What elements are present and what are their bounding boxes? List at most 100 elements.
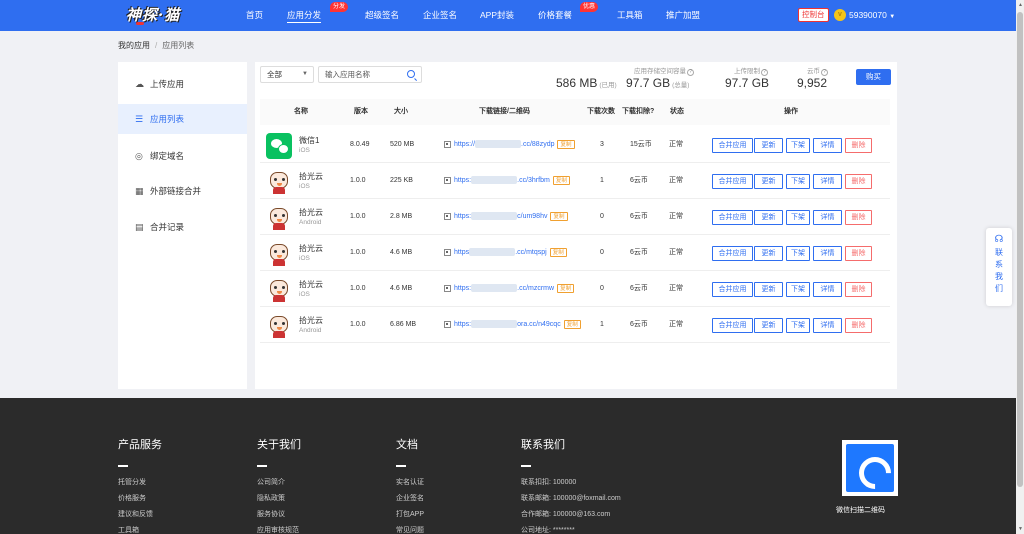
qr-code-icon[interactable] xyxy=(444,140,451,148)
footer-link[interactable]: 合作邮箱: 100000@163.com xyxy=(521,507,621,523)
details-button[interactable]: 详情 xyxy=(813,282,842,297)
footer-link[interactable]: 联系扣扣: 100000 xyxy=(521,475,621,491)
details-button[interactable]: 详情 xyxy=(813,210,842,225)
footer-link[interactable]: 联系邮箱: 100000@foxmail.com xyxy=(521,491,621,507)
nav-enterprise-sign[interactable]: 企业签名 xyxy=(423,0,457,31)
merge-app-button[interactable]: 合并应用 xyxy=(712,282,753,297)
download-link[interactable]: https: .cc/mzcrmw 复制 xyxy=(444,271,575,307)
console-button[interactable]: 控制台 xyxy=(798,8,829,22)
search-icon[interactable] xyxy=(407,70,415,78)
footer-link[interactable]: 企业签名 xyxy=(396,491,424,507)
copy-link-button[interactable]: 复制 xyxy=(552,175,570,185)
scroll-down-icon[interactable]: ▼ xyxy=(1018,526,1023,532)
delete-button[interactable]: 删除 xyxy=(845,318,872,333)
footer-link[interactable]: 建议和反馈 xyxy=(118,507,162,523)
update-button[interactable]: 更新 xyxy=(754,282,783,297)
merge-app-button[interactable]: 合并应用 xyxy=(712,174,753,189)
copy-link-button[interactable]: 复制 xyxy=(549,247,567,257)
contact-us-widget[interactable]: ☊ 联系我们 xyxy=(986,228,1012,306)
delete-button[interactable]: 删除 xyxy=(845,210,872,225)
nav-app-wrap[interactable]: APP封装 xyxy=(480,0,514,31)
nav-super-sign[interactable]: 超级签名 xyxy=(365,0,399,31)
update-button[interactable]: 更新 xyxy=(754,174,783,189)
unpublish-button[interactable]: 下架 xyxy=(786,246,810,261)
download-link[interactable]: https: c/um98hv 复制 xyxy=(444,199,568,235)
copy-link-button[interactable]: 复制 xyxy=(563,319,581,329)
footer-link[interactable]: 托管分发 xyxy=(118,475,162,491)
merge-app-button[interactable]: 合并应用 xyxy=(712,318,753,333)
app-name[interactable]: 拾光云 xyxy=(299,171,323,182)
scrollbar-thumb[interactable] xyxy=(1017,12,1023,487)
footer-link[interactable]: 应用审核规范 xyxy=(257,523,301,534)
app-name[interactable]: 微信1 xyxy=(299,135,319,146)
app-name[interactable]: 拾光云 xyxy=(299,207,323,218)
footer-link[interactable]: 公司地址: ******** xyxy=(521,523,621,534)
unpublish-button[interactable]: 下架 xyxy=(786,318,810,333)
details-button[interactable]: 详情 xyxy=(813,318,842,333)
sidebar-item-link-merge[interactable]: ▦ 外部链接合并 xyxy=(118,176,247,206)
app-name[interactable]: 拾光云 xyxy=(299,279,323,290)
user-balance[interactable]: 59390070 ▼ xyxy=(849,0,895,33)
footer-link[interactable]: 常见问题 xyxy=(396,523,424,534)
footer-link[interactable]: 打包APP xyxy=(396,507,424,523)
copy-link-button[interactable]: 复制 xyxy=(550,211,568,221)
qr-code-icon[interactable] xyxy=(444,176,451,184)
unpublish-button[interactable]: 下架 xyxy=(786,174,810,189)
footer-link[interactable]: 服务协议 xyxy=(257,507,301,523)
delete-button[interactable]: 删除 xyxy=(845,246,872,261)
update-button[interactable]: 更新 xyxy=(754,246,783,261)
details-button[interactable]: 详情 xyxy=(813,138,842,153)
help-icon[interactable]: ? xyxy=(821,69,828,76)
qr-code-icon[interactable] xyxy=(444,248,451,256)
sidebar-item-upload[interactable]: ☁ 上传应用 xyxy=(118,69,247,99)
unpublish-button[interactable]: 下架 xyxy=(786,138,810,153)
footer-link[interactable]: 公司简介 xyxy=(257,475,301,491)
delete-button[interactable]: 删除 xyxy=(845,138,872,153)
details-button[interactable]: 详情 xyxy=(813,246,842,261)
delete-button[interactable]: 删除 xyxy=(845,174,872,189)
app-name[interactable]: 拾光云 xyxy=(299,315,323,326)
chevron-down-icon[interactable]: ▼ xyxy=(889,14,895,20)
nav-toolbox[interactable]: 工具箱 xyxy=(617,0,643,31)
unpublish-button[interactable]: 下架 xyxy=(786,282,810,297)
download-link[interactable]: https: ora.cc/n49cqc 复制 xyxy=(444,307,581,343)
update-button[interactable]: 更新 xyxy=(754,138,783,153)
update-button[interactable]: 更新 xyxy=(754,210,783,225)
nav-home[interactable]: 首页 xyxy=(246,0,263,31)
merge-app-button[interactable]: 合并应用 xyxy=(712,138,753,153)
download-link[interactable]: https:// .cc/88zydp 复制 xyxy=(444,127,575,163)
nav-app-distribution[interactable]: 应用分发 xyxy=(287,0,322,31)
help-icon[interactable]: ? xyxy=(687,69,694,76)
download-link[interactable]: https: .cc/3hrfbm 复制 xyxy=(444,163,570,199)
app-search-input[interactable] xyxy=(319,67,405,82)
buy-button[interactable]: 购买 xyxy=(856,69,891,85)
app-name[interactable]: 拾光云 xyxy=(299,243,323,254)
page-scrollbar[interactable]: ▲ ▼ xyxy=(1016,0,1024,534)
copy-link-button[interactable]: 复制 xyxy=(557,283,575,293)
unpublish-button[interactable]: 下架 xyxy=(786,210,810,225)
footer-link[interactable]: 实名认证 xyxy=(396,475,424,491)
footer-link[interactable]: 隐私政策 xyxy=(257,491,301,507)
site-logo[interactable]: 神探·猫 xyxy=(126,4,206,26)
sidebar-item-bind-domain[interactable]: ◎ 绑定域名 xyxy=(118,141,247,171)
scroll-up-icon[interactable]: ▲ xyxy=(1018,2,1023,8)
nav-pricing[interactable]: 价格套餐 xyxy=(538,0,572,31)
help-icon[interactable]: ? xyxy=(761,69,768,76)
merge-app-button[interactable]: 合并应用 xyxy=(712,210,753,225)
footer-link[interactable]: 工具箱 xyxy=(118,523,162,534)
qr-code-icon[interactable] xyxy=(444,284,451,292)
copy-link-button[interactable]: 复制 xyxy=(557,139,575,149)
sidebar-item-app-list[interactable]: ☰ 应用列表 xyxy=(118,104,247,134)
details-button[interactable]: 详情 xyxy=(813,174,842,189)
update-button[interactable]: 更新 xyxy=(754,318,783,333)
delete-button[interactable]: 删除 xyxy=(845,282,872,297)
merge-app-button[interactable]: 合并应用 xyxy=(712,246,753,261)
breadcrumb-root[interactable]: 我的应用 xyxy=(118,41,150,50)
nav-affiliate[interactable]: 推广加盟 xyxy=(666,0,700,31)
platform-filter-select[interactable]: 全部 ▼ xyxy=(260,66,314,83)
footer-link[interactable]: 价格服务 xyxy=(118,491,162,507)
qr-code-icon[interactable] xyxy=(444,212,451,220)
download-link[interactable]: https .cc/mtqspj 复制 xyxy=(444,235,567,271)
sidebar-item-merge-records[interactable]: ▤ 合并记录 xyxy=(118,212,247,242)
qr-code-icon[interactable] xyxy=(444,320,451,328)
